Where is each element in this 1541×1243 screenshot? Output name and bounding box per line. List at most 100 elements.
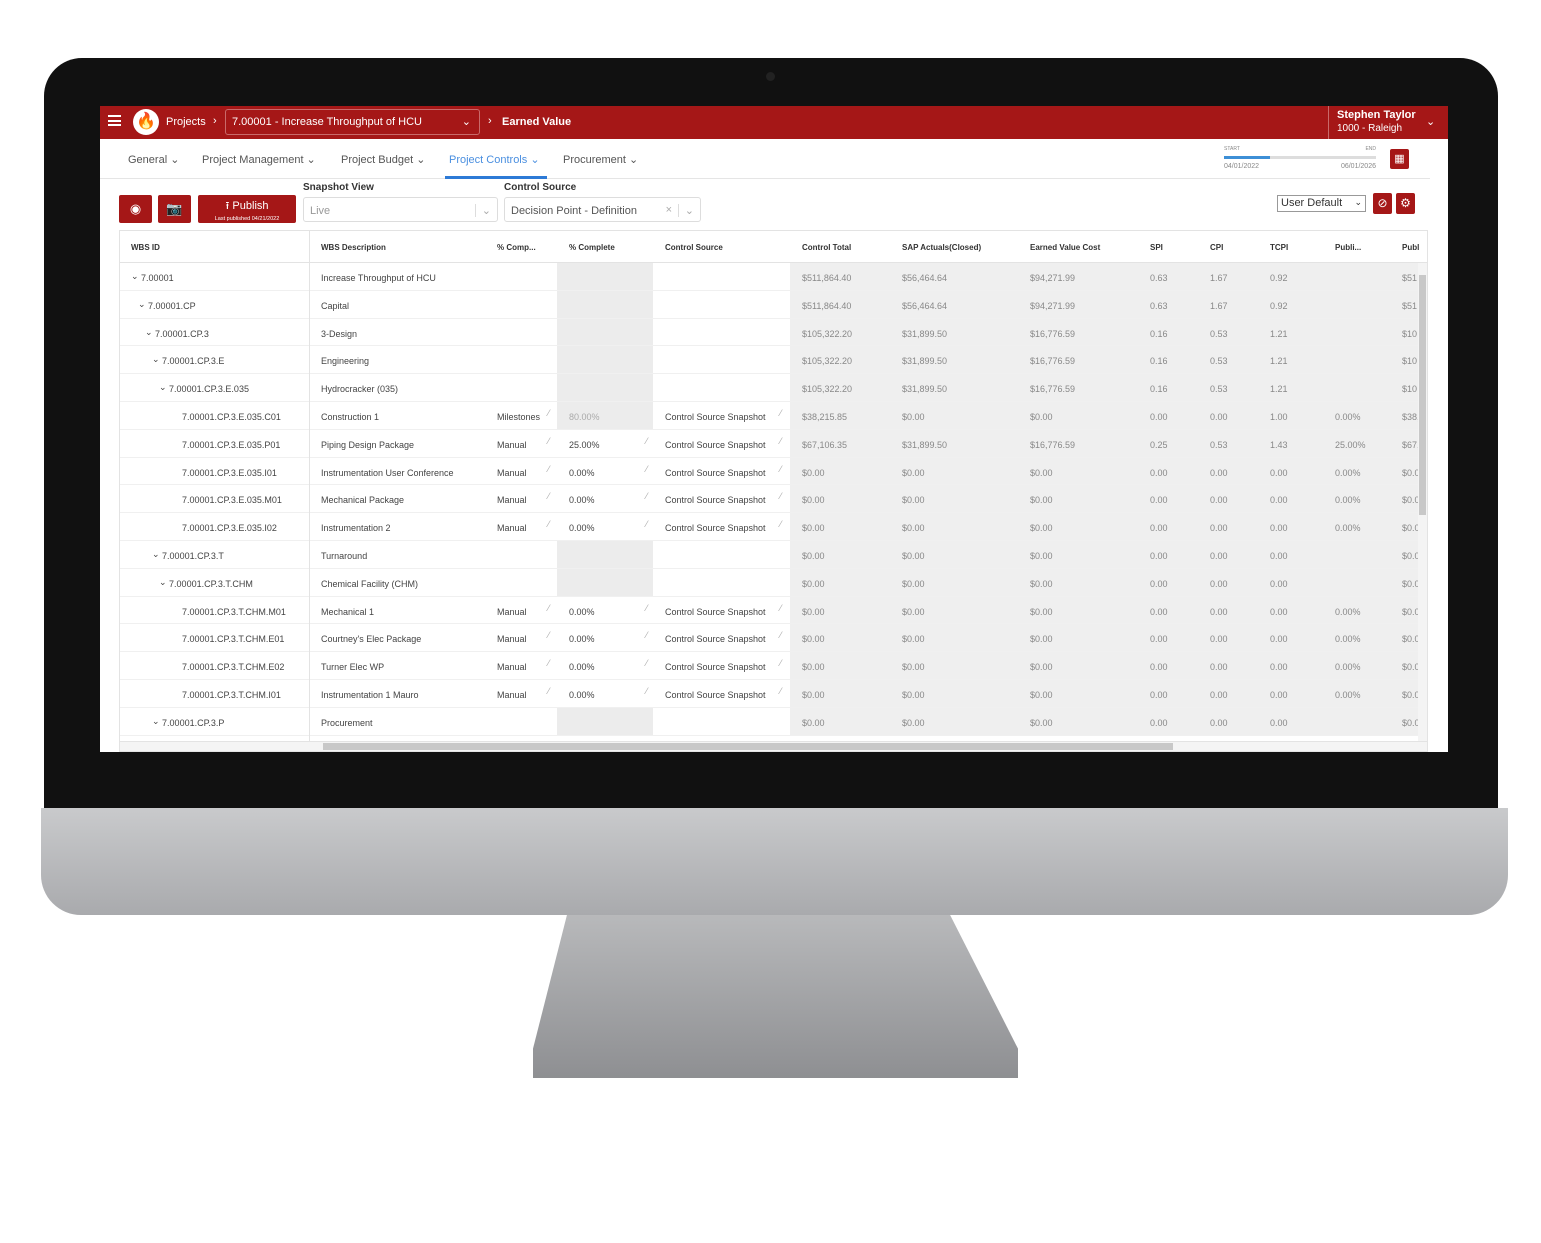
column-header-control-total[interactable]: Control Total (802, 243, 890, 252)
hamburger-menu-icon[interactable] (108, 115, 121, 126)
table-row[interactable]: 7.00001.CP.3.E.035.P01 Piping Design Pack… (120, 429, 1420, 458)
percent-complete-cell[interactable]: 0.00% (557, 680, 653, 707)
table-row[interactable]: ⌄ 7.00001.CP.3.P Procurement $0.00 $0.00 $0.… (120, 707, 1420, 736)
nav-project-management[interactable]: Project Management ⌄ (202, 153, 316, 166)
percent-complete-method-cell[interactable]: Manual (485, 652, 557, 679)
breadcrumb-projects[interactable]: Projects (166, 116, 206, 128)
vertical-scrollbar[interactable] (1418, 263, 1427, 741)
percent-complete-cell[interactable]: 0.00% (557, 652, 653, 679)
pencil-icon[interactable]: ⁄ (548, 630, 550, 640)
control-source-cell[interactable]: Control Source Snapshot (653, 652, 790, 679)
calendar-button[interactable]: ▦ (1390, 149, 1409, 169)
control-source-cell[interactable]: Control Source Snapshot (653, 680, 790, 707)
table-row[interactable]: ⌄ 7.00001.CP.3.T.CHM Chemical Facility (C… (120, 568, 1420, 597)
percent-complete-method-cell[interactable]: Manual (485, 458, 557, 485)
column-header-cpi[interactable]: CPI (1210, 243, 1258, 252)
column-header-percent-complete[interactable]: % Complete (569, 243, 653, 252)
table-row[interactable]: 7.00001.CP.3.T.CHM.E01 Courtney's Elec Pa… (120, 624, 1420, 653)
percent-complete-method-cell[interactable]: Manual (485, 597, 557, 624)
nav-general[interactable]: General ⌄ (128, 153, 179, 166)
percent-complete-cell[interactable]: 80.00% (557, 401, 653, 429)
pencil-icon[interactable]: ⁄ (548, 603, 550, 613)
pencil-icon[interactable]: ⁄ (548, 464, 550, 474)
pencil-icon[interactable]: ⁄ (780, 491, 782, 501)
pencil-icon[interactable]: ⁄ (780, 519, 782, 529)
pencil-icon[interactable]: ⁄ (548, 686, 550, 696)
pencil-icon[interactable]: ⁄ (548, 658, 550, 668)
pencil-icon[interactable]: ⁄ (646, 436, 648, 446)
expand-chevron-icon[interactable]: ⌄ (159, 382, 169, 392)
pencil-icon[interactable]: ⁄ (548, 436, 550, 446)
column-header-percent-complete-method[interactable]: % Comp... (497, 243, 557, 252)
control-source-cell[interactable]: Control Source Snapshot (653, 402, 790, 429)
expand-chevron-icon[interactable]: ⌄ (152, 716, 162, 726)
column-header-control-source[interactable]: Control Source (665, 243, 790, 252)
percent-complete-method-cell[interactable]: Milestones (485, 402, 557, 429)
nav-procurement[interactable]: Procurement ⌄ (563, 153, 638, 166)
pencil-icon[interactable]: ⁄ (780, 408, 782, 418)
percent-complete-cell[interactable]: 0.00% (557, 485, 653, 512)
percent-complete-cell[interactable]: 0.00% (557, 624, 653, 651)
view-button[interactable]: ◉ (119, 195, 152, 223)
percent-complete-cell[interactable]: 25.00% (557, 430, 653, 457)
percent-complete-cell[interactable]: 0.00% (557, 513, 653, 540)
control-source-select[interactable]: Decision Point - Definition × ⌄ (504, 197, 701, 222)
layout-select[interactable]: User Default ⌄ (1277, 195, 1366, 212)
expand-chevron-icon[interactable]: ⌄ (152, 549, 162, 559)
control-source-cell[interactable]: Control Source Snapshot (653, 513, 790, 540)
pencil-icon[interactable]: ⁄ (646, 686, 648, 696)
table-row[interactable]: ⌄ 7.00001 Increase Throughput of HCU $511,… (120, 263, 1420, 291)
pencil-icon[interactable]: ⁄ (548, 519, 550, 529)
chevron-down-icon[interactable]: ⌄ (1426, 115, 1435, 128)
percent-complete-method-cell[interactable]: Manual (485, 430, 557, 457)
table-row[interactable]: ⌄ 7.00001.CP.3.T Turnaround $0.00 $0.00 $0.0… (120, 540, 1420, 569)
expand-chevron-icon[interactable]: ⌄ (152, 354, 162, 364)
pencil-icon[interactable]: ⁄ (646, 603, 648, 613)
project-select[interactable]: 7.00001 - Increase Throughput of HCU ⌄ (225, 109, 480, 135)
column-header-tcpi[interactable]: TCPI (1270, 243, 1323, 252)
pencil-icon[interactable]: ⁄ (646, 658, 648, 668)
control-source-cell[interactable]: Control Source Snapshot (653, 485, 790, 512)
column-header-published[interactable]: Publish (1402, 243, 1419, 252)
table-row[interactable]: ⌄ 7.00001.CP.3.E Engineering $105,322.20 $3… (120, 346, 1420, 375)
control-source-cell[interactable]: Control Source Snapshot (653, 430, 790, 457)
column-header-earned-value-cost[interactable]: Earned Value Cost (1030, 243, 1138, 252)
percent-complete-cell[interactable]: 0.00% (557, 597, 653, 624)
table-row[interactable]: 7.00001.CP.3.E.035.I01 Instrumentation Us… (120, 457, 1420, 486)
expand-chevron-icon[interactable]: ⌄ (145, 327, 155, 337)
pencil-icon[interactable]: ⁄ (548, 408, 550, 418)
publish-button[interactable]: ⭱ Publish Last published 04/21/2022 (198, 195, 296, 223)
pencil-icon[interactable]: ⁄ (646, 491, 648, 501)
expand-chevron-icon[interactable]: ⌄ (138, 299, 148, 309)
table-row[interactable]: ⌄ 7.00001.CP.3 3-Design $105,322.20 $31,899… (120, 318, 1420, 347)
clear-icon[interactable]: × (666, 204, 672, 216)
pencil-icon[interactable]: ⁄ (646, 630, 648, 640)
pencil-icon[interactable]: ⁄ (780, 686, 782, 696)
table-row[interactable]: 7.00001.CP.3.E.035.I02 Instrumentation 2 M… (120, 513, 1420, 541)
column-header-wbs-id[interactable]: WBS ID (131, 243, 308, 252)
pencil-icon[interactable]: ⁄ (780, 603, 782, 613)
user-menu[interactable]: Stephen Taylor 1000 - Raleigh (1328, 106, 1424, 139)
column-header-spi[interactable]: SPI (1150, 243, 1198, 252)
table-row[interactable]: 7.00001.CP.3.T.CHM.E02 Turner Elec WP Manu… (120, 652, 1420, 680)
pencil-icon[interactable]: ⁄ (646, 519, 648, 529)
table-row[interactable]: 7.00001.CP.3.T.CHM.M01 Mechanical 1 Manual… (120, 596, 1420, 625)
snapshot-button[interactable]: 📷 (158, 195, 191, 223)
control-source-cell[interactable]: Control Source Snapshot (653, 597, 790, 624)
nav-project-controls[interactable]: Project Controls ⌄ (449, 153, 540, 166)
expand-chevron-icon[interactable]: ⌄ (159, 577, 169, 587)
table-row[interactable]: 7.00001.CP.3.E.035.C01 Construction 1 Mile… (120, 401, 1420, 430)
pencil-icon[interactable]: ⁄ (780, 464, 782, 474)
table-row[interactable]: 7.00001.CP.3.T.CHM.I01 Instrumentation 1 … (120, 679, 1420, 708)
nav-project-budget[interactable]: Project Budget ⌄ (341, 153, 425, 166)
pencil-icon[interactable]: ⁄ (780, 436, 782, 446)
percent-complete-method-cell[interactable]: Manual (485, 680, 557, 707)
pencil-icon[interactable]: ⁄ (548, 491, 550, 501)
expand-chevron-icon[interactable]: ⌄ (131, 271, 141, 281)
table-row[interactable]: ⌄ 7.00001.CP.3.E.035 Hydrocracker (035) $1… (120, 374, 1420, 402)
flame-logo-icon[interactable]: 🔥 (133, 109, 159, 135)
table-row[interactable]: ⌄ 7.00001.CP Capital $511,864.40 $56,464.64… (120, 290, 1420, 319)
table-row[interactable]: 7.00001.CP.3.E.035.M01 Mechanical Package… (120, 485, 1420, 514)
percent-complete-cell[interactable]: 0.00% (557, 458, 653, 485)
clear-filters-button[interactable]: ⊘ (1373, 193, 1392, 214)
